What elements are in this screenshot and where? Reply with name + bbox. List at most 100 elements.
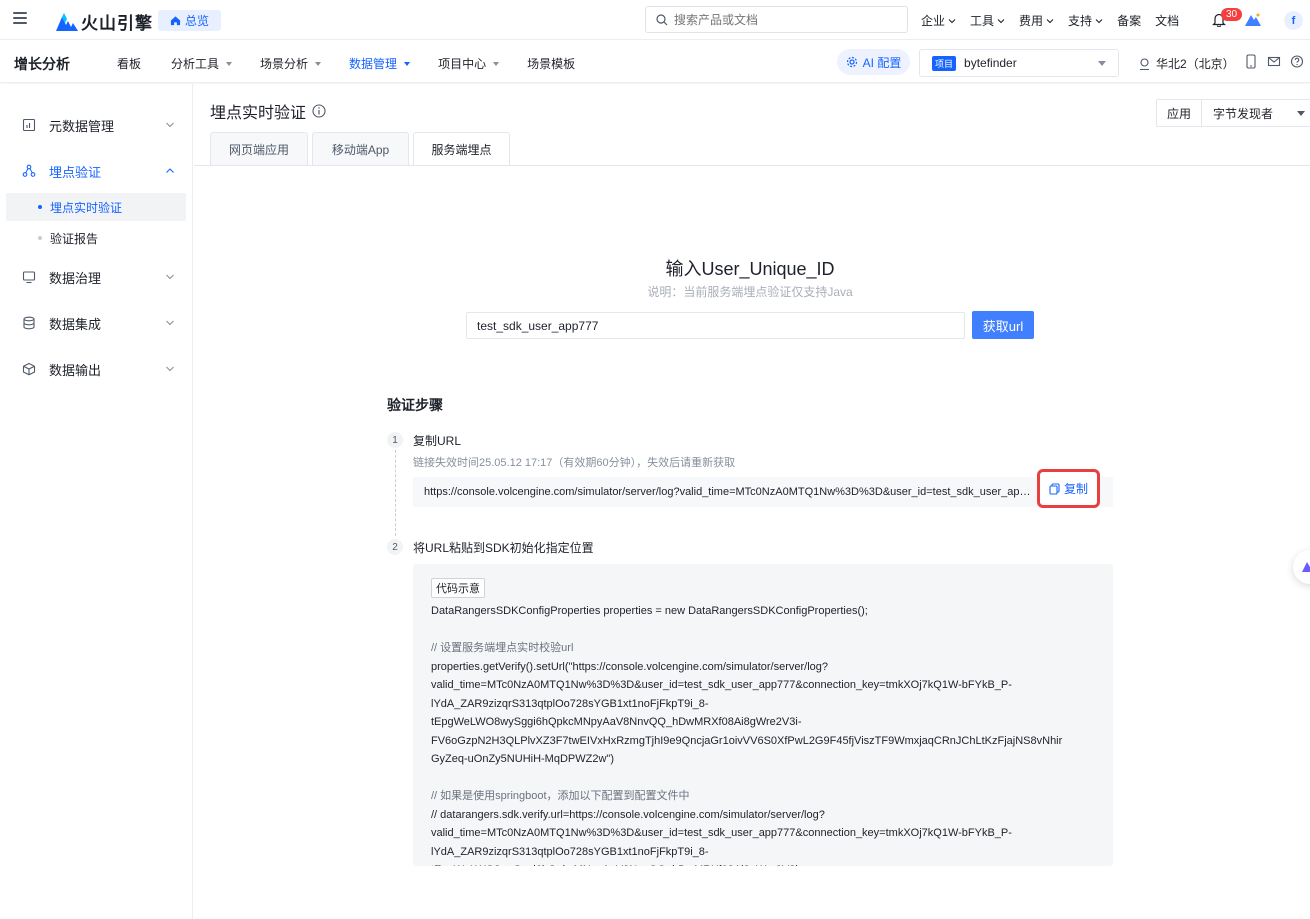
url-display: https://console.volcengine.com/simulator… (413, 477, 1113, 507)
get-url-button[interactable]: 获取url (972, 311, 1034, 339)
code-line: valid_time=MTc0NzA0MTQ1Nw%3D%3D&user_id=… (431, 679, 1012, 691)
sidebar-item-realtime-verify[interactable]: 埋点实时验证 (6, 193, 186, 221)
sidebar-group-integration[interactable]: 数据集成 (0, 308, 193, 338)
sidebar-group-output[interactable]: 数据输出 (0, 354, 193, 384)
subnav-project-center[interactable]: 项目中心 (438, 55, 500, 72)
nav-billing[interactable]: 费用 (1019, 12, 1054, 29)
region-selector[interactable]: 华北2（北京） (1139, 55, 1235, 72)
code-comment-line: // 如果是使用springboot，添加以下配置到配置文件中 (431, 790, 690, 802)
nav-label: 文档 (1155, 14, 1180, 28)
nav-docs[interactable]: 文档 (1155, 12, 1179, 29)
monitor-icon (22, 271, 36, 284)
mobile-icon[interactable] (1244, 54, 1258, 69)
sidebar-group-tracking-verify[interactable]: 埋点验证 (0, 156, 193, 186)
subnav-scenario-templates[interactable]: 场景模板 (527, 55, 575, 72)
volcano-logo-icon (56, 12, 78, 31)
project-tag: 项目 (932, 55, 957, 71)
ai-config-button[interactable]: AI 配置 (837, 49, 910, 75)
tab-label: 服务端埋点 (431, 143, 492, 157)
info-icon[interactable] (312, 104, 326, 118)
tab-web[interactable]: 网页端应用 (210, 132, 308, 165)
code-line: tEpgWeLWO8wySggi6hQpkcMNpyAaV8NnvQQ_hDwM… (431, 861, 1095, 866)
subnav-dashboard[interactable]: 看板 (117, 55, 141, 72)
project-name: bytefinder (964, 56, 1017, 70)
sidebar-item-label: 埋点实时验证 (50, 200, 123, 215)
step-number: 2 (387, 539, 403, 555)
tab-label: 移动端App (331, 142, 390, 157)
chevron-up-icon (166, 168, 174, 173)
sidebar-group-governance[interactable]: 数据治理 (0, 262, 193, 292)
product-nav: 看板 分析工具 场景分析 数据管理 项目中心 场景模板 (117, 55, 575, 72)
code-lines: DataRangersSDKConfigProperties propertie… (431, 602, 1095, 866)
chevron-down-icon (997, 18, 1005, 23)
avatar[interactable]: f (1284, 11, 1303, 30)
nav-label: 费用 (1019, 14, 1044, 28)
subnav-label: 场景分析 (260, 57, 309, 71)
mountain-icon[interactable] (1245, 12, 1261, 26)
sidebar-group-label: 元数据管理 (49, 118, 115, 134)
sidebar-group-label: 数据输出 (49, 362, 102, 378)
nav-filing[interactable]: 备案 (1117, 12, 1141, 29)
project-select[interactable]: 项目 bytefinder (919, 49, 1119, 77)
nav-support[interactable]: 支持 (1068, 12, 1103, 29)
sidebar-group-metadata[interactable]: 元数据管理 (0, 110, 193, 140)
tab-label: 网页端应用 (228, 142, 289, 157)
location-icon (1140, 57, 1149, 70)
logo[interactable]: 火山引擎 (56, 9, 153, 34)
input-description: 说明：当前服务端埋点验证仅支持Java (647, 285, 853, 299)
subnav-scenario-analysis[interactable]: 场景分析 (260, 55, 322, 72)
code-line: FV6oGzpN2H3QLPlvXZ3F7twEIVxHxRzmgTjhI9e9… (431, 734, 1063, 747)
tab-server[interactable]: 服务端埋点 (413, 132, 510, 166)
step-connector (395, 450, 396, 536)
sidebar: 元数据管理 埋点验证 埋点实时验证 验证报告 数据治理 数据集成 数据输出 (0, 84, 193, 919)
app-select[interactable]: 应用 字节发现者 (1156, 99, 1310, 127)
caret-down-icon (404, 61, 411, 66)
overview-label: 总览 (184, 14, 209, 28)
code-line: properties.getVerify().setUrl("https://c… (431, 660, 829, 673)
chevron-down-icon (166, 320, 174, 326)
app-select-label: 应用 (1157, 100, 1202, 126)
code-line: GyZeq-uOnZy5NUHiH-MqDPWZ2w") (431, 753, 614, 765)
step-number: 1 (387, 432, 403, 448)
main-content: 埋点实时验证 应用 字节发现者 网页端应用 移动端App 服务端埋点 输入Use… (194, 84, 1310, 919)
sidebar-item-verify-report[interactable]: 验证报告 (6, 224, 186, 252)
user-unique-id-input[interactable] (466, 312, 965, 339)
code-line: lYdA_ZAR9zizqrS313qtplOo728sYGB1xt1noFjF… (431, 845, 709, 858)
step-title: 复制URL (413, 434, 462, 448)
chevron-down-icon (166, 122, 174, 128)
platform-tabs: 网页端应用 移动端App 服务端埋点 (210, 132, 510, 166)
copy-button[interactable]: 复制 (1037, 469, 1100, 508)
subnav-analysis-tools[interactable]: 分析工具 (171, 55, 233, 72)
assistant-icon (1302, 562, 1310, 572)
step-title: 将URL粘贴到SDK初始化指定位置 (413, 541, 594, 555)
sidebar-group-label: 数据治理 (49, 270, 102, 286)
help-icon[interactable] (1290, 54, 1304, 69)
nav-enterprise[interactable]: 企业 (921, 12, 956, 29)
overview-button[interactable]: 总览 (158, 10, 221, 31)
cube-icon (22, 362, 36, 376)
search-box[interactable] (645, 6, 908, 33)
url-expiry-note: 链接失效时间25.05.12 17:17（有效期60分钟），失效后请重新获取 (413, 457, 736, 469)
nav-tools[interactable]: 工具 (970, 12, 1005, 29)
home-icon (170, 16, 181, 26)
nav-label: 工具 (970, 14, 995, 28)
code-comment-line: // 设置服务端埋点实时校验url (431, 642, 574, 654)
menu-icon[interactable] (13, 12, 27, 25)
nav-label: 备案 (1117, 14, 1142, 28)
code-sample: 代码示意 DataRangersSDKConfigProperties prop… (413, 564, 1113, 866)
search-icon (656, 13, 668, 25)
tab-mobile[interactable]: 移动端App (312, 132, 409, 165)
code-line: tEpgWeLWO8wySggi6hQpkcMNpyAaV8NnvQQ_hDwM… (431, 716, 802, 728)
app-select-value: 字节发现者 (1213, 106, 1274, 121)
search-input[interactable] (674, 12, 874, 27)
sidebar-group-label: 数据集成 (49, 316, 102, 332)
sidebar-item-label: 验证报告 (50, 231, 99, 246)
subnav-data-management[interactable]: 数据管理 (349, 55, 411, 72)
code-line: DataRangersSDKConfigProperties propertie… (431, 605, 868, 617)
bullet-icon (38, 236, 42, 240)
steps-title: 验证步骤 (387, 397, 443, 413)
copy-label: 复制 (1063, 482, 1088, 496)
subnav-label: 分析工具 (171, 57, 220, 71)
mail-icon[interactable] (1267, 54, 1281, 69)
